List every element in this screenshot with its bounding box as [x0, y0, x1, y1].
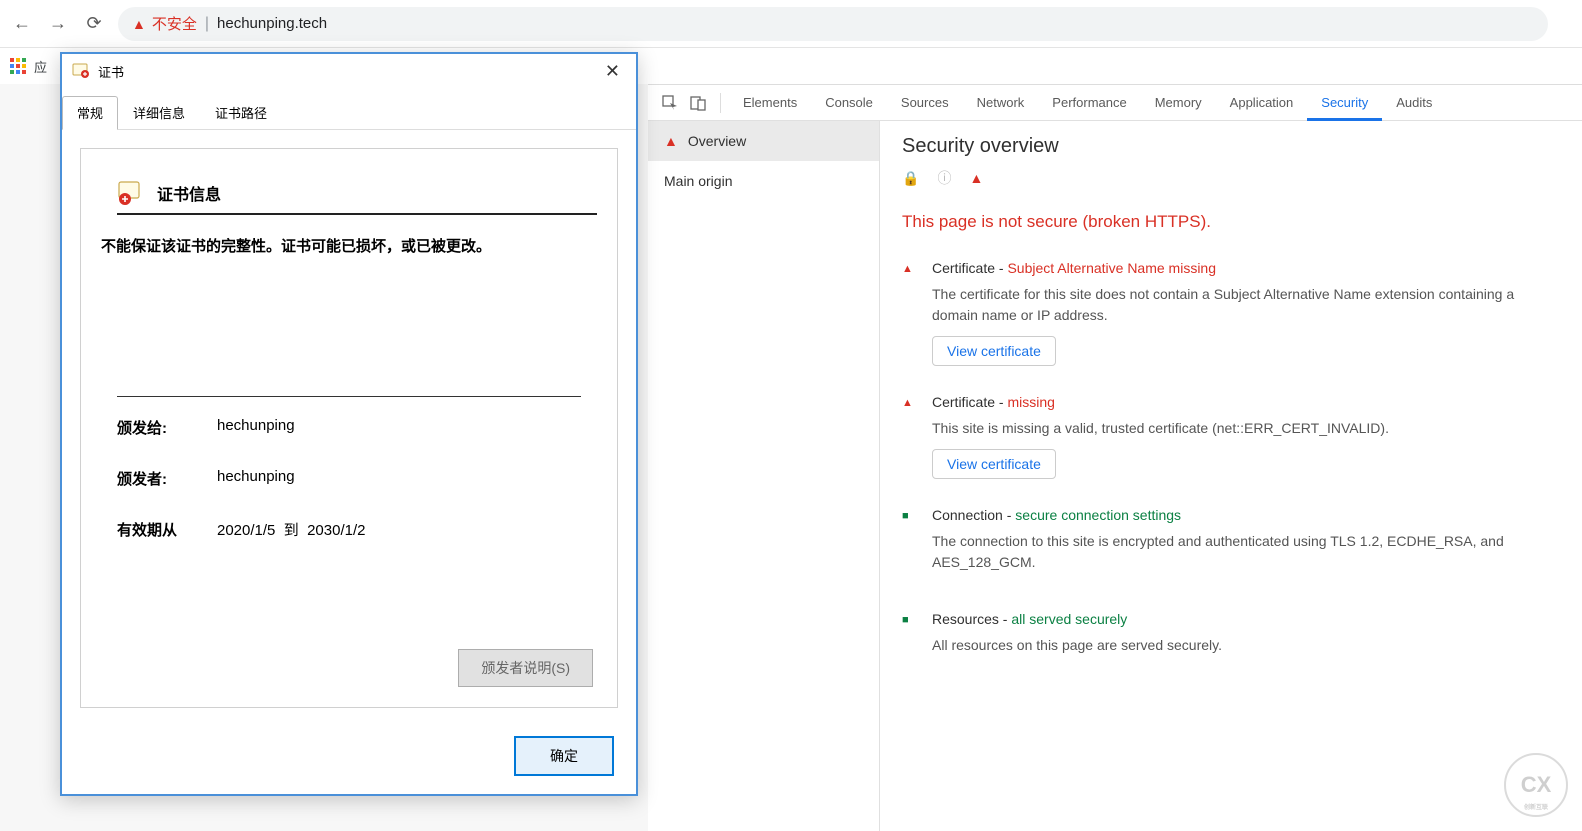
validity-label: 有效期从	[117, 519, 217, 540]
block-description: The connection to this site is encrypted…	[932, 531, 1560, 573]
secure-square-icon: ■	[902, 611, 914, 666]
view-certificate-button[interactable]: View certificate	[932, 449, 1056, 479]
issued-to-label: 颁发给:	[117, 417, 217, 438]
block-description: The certificate for this site does not c…	[932, 284, 1560, 326]
tab-application[interactable]: Application	[1216, 85, 1308, 121]
tab-audits[interactable]: Audits	[1382, 85, 1446, 121]
lock-icon: 🔒	[902, 170, 919, 187]
block-title: Certificate - missing	[932, 394, 1560, 410]
browser-toolbar: ← → ⟳ ▲ 不安全 | hechunping.tech	[0, 0, 1582, 48]
validity-to: 2030/1/2	[307, 522, 365, 539]
warning-triangle-icon: ▲	[664, 133, 678, 149]
block-description: All resources on this page are served se…	[932, 635, 1560, 656]
url-text: hechunping.tech	[217, 15, 327, 32]
validity-to-word: 到	[284, 522, 299, 539]
ok-button[interactable]: 确定	[514, 736, 614, 776]
cert-tabs: 常规详细信息证书路径	[62, 88, 636, 130]
view-certificate-button[interactable]: View certificate	[932, 336, 1056, 366]
cert-issued-by-row: 颁发者: hechunping	[117, 468, 581, 489]
security-block-2: ■ Connection - secure connection settings…	[902, 507, 1560, 583]
watermark-small: 创新互联	[1524, 802, 1548, 811]
cert-issued-to-row: 颁发给: hechunping	[117, 417, 581, 438]
issued-by-value: hechunping	[217, 468, 295, 489]
cert-validity-row: 有效期从 2020/1/5 到 2030/1/2	[117, 519, 581, 540]
block-description: This site is missing a valid, trusted ce…	[932, 418, 1560, 439]
security-overview-title: Security overview	[902, 135, 1560, 158]
security-overview-content: Security overview 🔒 ⓘ ▲ This page is not…	[880, 121, 1582, 831]
security-block-0: ▲ Certificate - Subject Alternative Name …	[902, 260, 1560, 366]
sidebar-main-origin-label: Main origin	[664, 173, 732, 189]
watermark-big: CX	[1521, 772, 1552, 798]
watermark-logo: CX 创新互联	[1504, 753, 1568, 817]
block-title: Connection - secure connection settings	[932, 507, 1560, 523]
block-title: Resources - all served securely	[932, 611, 1560, 627]
warning-triangle-icon: ▲	[969, 170, 983, 186]
bookmark-item[interactable]: 应	[34, 57, 47, 76]
dialog-title: 证书	[98, 62, 599, 81]
cert-divider	[117, 396, 581, 397]
inspect-element-icon[interactable]	[656, 89, 684, 117]
security-block-1: ▲ Certificate - missing This site is missi…	[902, 394, 1560, 479]
cert-body: 证书信息 不能保证该证书的完整性。证书可能已损坏，或已被更改。 颁发给: hec…	[80, 148, 618, 708]
sidebar-item-overview[interactable]: ▲ Overview	[648, 121, 879, 161]
issuer-statement-button[interactable]: 颁发者说明(S)	[458, 649, 593, 687]
not-secure-indicator[interactable]: ▲ 不安全	[132, 13, 197, 34]
devtools-panel: ElementsConsoleSourcesNetworkPerformance…	[648, 84, 1582, 831]
validity-from: 2020/1/5	[217, 522, 275, 539]
sidebar-item-main-origin[interactable]: Main origin	[648, 161, 879, 201]
cert-tab-0[interactable]: 常规	[62, 96, 118, 130]
info-icon: ⓘ	[937, 168, 951, 188]
issued-by-label: 颁发者:	[117, 468, 217, 489]
security-block-3: ■ Resources - all served securely All reso…	[902, 611, 1560, 666]
cert-tab-1[interactable]: 详细信息	[118, 96, 200, 129]
warning-triangle-icon: ▲	[132, 16, 146, 32]
forward-button[interactable]: →	[46, 12, 70, 36]
device-toolbar-icon[interactable]	[684, 89, 712, 117]
url-divider: |	[205, 15, 209, 33]
tab-sources[interactable]: Sources	[887, 85, 963, 121]
dialog-titlebar[interactable]: 证书 ✕	[62, 54, 636, 88]
tab-performance[interactable]: Performance	[1038, 85, 1140, 121]
cert-warning-text: 不能保证该证书的完整性。证书可能已损坏，或已被更改。	[101, 235, 597, 256]
block-title: Certificate - Subject Alternative Name m…	[932, 260, 1560, 276]
reload-button[interactable]: ⟳	[82, 12, 106, 36]
warning-triangle-icon: ▲	[902, 394, 914, 479]
tab-network[interactable]: Network	[963, 85, 1039, 121]
back-button[interactable]: ←	[10, 12, 34, 36]
tab-memory[interactable]: Memory	[1141, 85, 1216, 121]
devtools-tabbar: ElementsConsoleSourcesNetworkPerformance…	[648, 85, 1582, 121]
tab-separator	[720, 93, 721, 113]
tab-security[interactable]: Security	[1307, 85, 1382, 121]
warning-triangle-icon: ▲	[902, 260, 914, 366]
certificate-badge-icon	[117, 179, 145, 207]
close-button[interactable]: ✕	[599, 61, 626, 82]
security-status-icons: 🔒 ⓘ ▲	[902, 168, 1560, 188]
sidebar-overview-label: Overview	[688, 133, 746, 149]
cert-tab-2[interactable]: 证书路径	[200, 96, 282, 129]
secure-square-icon: ■	[902, 507, 914, 583]
issued-to-value: hechunping	[217, 417, 295, 438]
address-bar[interactable]: ▲ 不安全 | hechunping.tech	[118, 7, 1548, 41]
security-sidebar: ▲ Overview Main origin	[648, 121, 880, 831]
apps-icon[interactable]	[10, 58, 26, 74]
security-headline: This page is not secure (broken HTTPS).	[902, 212, 1560, 232]
tab-elements[interactable]: Elements	[729, 85, 811, 121]
certificate-dialog: 证书 ✕ 常规详细信息证书路径 证书信息 不能保证该证书的完整性。证书可能已损坏…	[60, 52, 638, 796]
cert-info-header: 证书信息	[157, 181, 221, 205]
not-secure-label: 不安全	[152, 13, 197, 34]
tab-console[interactable]: Console	[811, 85, 887, 121]
certificate-icon	[72, 62, 90, 80]
dialog-footer: 确定	[62, 726, 636, 794]
